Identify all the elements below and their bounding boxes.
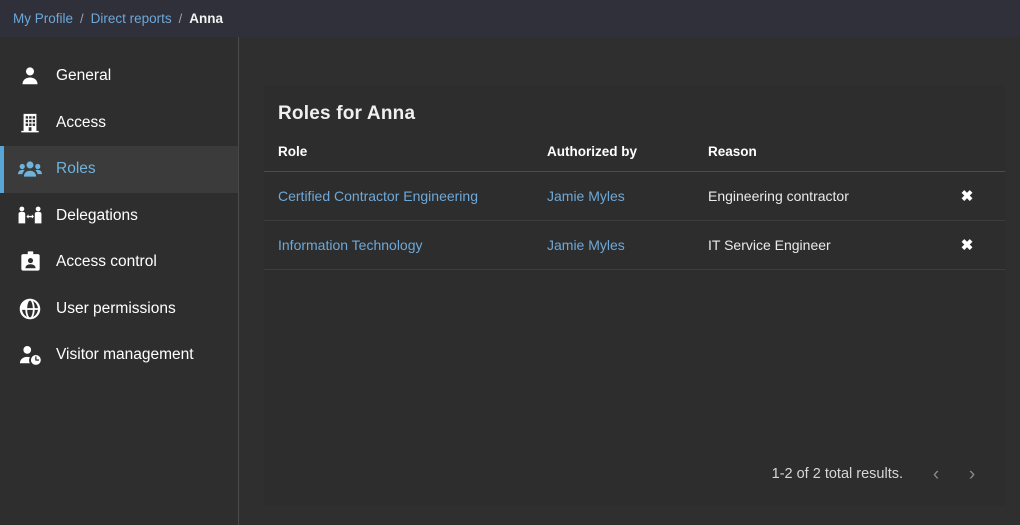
column-header-reason: Reason: [694, 144, 945, 172]
pagination: 1-2 of 2 total results. ‹ ›: [264, 460, 1005, 506]
table-header-row: Role Authorized by Reason: [264, 144, 1005, 172]
sidebar-item-delegations[interactable]: Delegations: [0, 193, 238, 240]
sidebar-item-access-control[interactable]: Access control: [0, 239, 238, 286]
sidebar-item-label: Roles: [56, 160, 96, 178]
breadcrumb-link-my-profile[interactable]: My Profile: [13, 11, 73, 26]
card-title: Roles for Anna: [264, 85, 1005, 125]
remove-role-button[interactable]: ✖: [961, 189, 974, 204]
roles-card: Roles for Anna Role Authorized by Reason…: [264, 85, 1005, 506]
breadcrumb-current-anna: Anna: [189, 11, 223, 26]
cell-authorized-by: Jamie Myles: [533, 172, 694, 221]
delegation-arrows-icon: [14, 203, 46, 229]
table-header: Role Authorized by Reason: [264, 144, 1005, 172]
cell-reason: IT Service Engineer: [694, 221, 945, 270]
authorized-by-link[interactable]: Jamie Myles: [547, 188, 625, 204]
person-clock-icon: [14, 342, 46, 368]
sidebar-item-user-permissions[interactable]: User permissions: [0, 286, 238, 333]
cell-reason: Engineering contractor: [694, 172, 945, 221]
globe-icon: [14, 296, 46, 322]
sidebar-item-label: Access: [56, 114, 106, 132]
table-body: Certified Contractor Engineering Jamie M…: [264, 172, 1005, 270]
sidebar-item-label: Access control: [56, 253, 157, 271]
sidebar-nav: General: [0, 37, 239, 525]
cell-authorized-by: Jamie Myles: [533, 221, 694, 270]
column-header-role: Role: [264, 144, 533, 172]
sidebar-item-roles[interactable]: Roles: [0, 146, 238, 193]
sidebar-item-label: Visitor management: [56, 346, 194, 364]
column-header-authorized-by: Authorized by: [533, 144, 694, 172]
breadcrumb-separator: /: [80, 11, 84, 26]
sidebar-item-label: Delegations: [56, 207, 138, 225]
sidebar-item-general[interactable]: General: [0, 53, 238, 100]
sidebar-item-access[interactable]: Access: [0, 100, 238, 147]
sidebar-item-visitor-management[interactable]: Visitor management: [0, 332, 238, 379]
column-header-actions: [945, 144, 1005, 172]
main-content: Roles for Anna Role Authorized by Reason…: [239, 37, 1020, 525]
sidebar-item-label: General: [56, 67, 111, 85]
role-link[interactable]: Certified Contractor Engineering: [278, 188, 478, 204]
breadcrumb-link-direct-reports[interactable]: Direct reports: [91, 11, 172, 26]
breadcrumb-separator: /: [179, 11, 183, 26]
cell-role: Information Technology: [264, 221, 533, 270]
roles-table: Role Authorized by Reason Certified Cont…: [264, 144, 1005, 270]
remove-role-button[interactable]: ✖: [961, 238, 974, 253]
sidebar-item-label: User permissions: [56, 300, 176, 318]
people-group-icon: [14, 156, 46, 182]
person-icon: [14, 63, 46, 89]
building-icon: [14, 110, 46, 136]
table-row: Information Technology Jamie Myles IT Se…: [264, 221, 1005, 270]
cell-actions: ✖: [945, 221, 1005, 270]
table-row: Certified Contractor Engineering Jamie M…: [264, 172, 1005, 221]
cell-role: Certified Contractor Engineering: [264, 172, 533, 221]
breadcrumb-bar: My Profile / Direct reports / Anna: [0, 0, 1020, 37]
page-body: General: [0, 37, 1020, 525]
pagination-summary: 1-2 of 2 total results.: [772, 466, 903, 482]
role-link[interactable]: Information Technology: [278, 237, 423, 253]
cell-actions: ✖: [945, 172, 1005, 221]
id-badge-icon: [14, 249, 46, 275]
pagination-next-button[interactable]: ›: [955, 460, 989, 488]
pagination-prev-button[interactable]: ‹: [919, 460, 953, 488]
authorized-by-link[interactable]: Jamie Myles: [547, 237, 625, 253]
